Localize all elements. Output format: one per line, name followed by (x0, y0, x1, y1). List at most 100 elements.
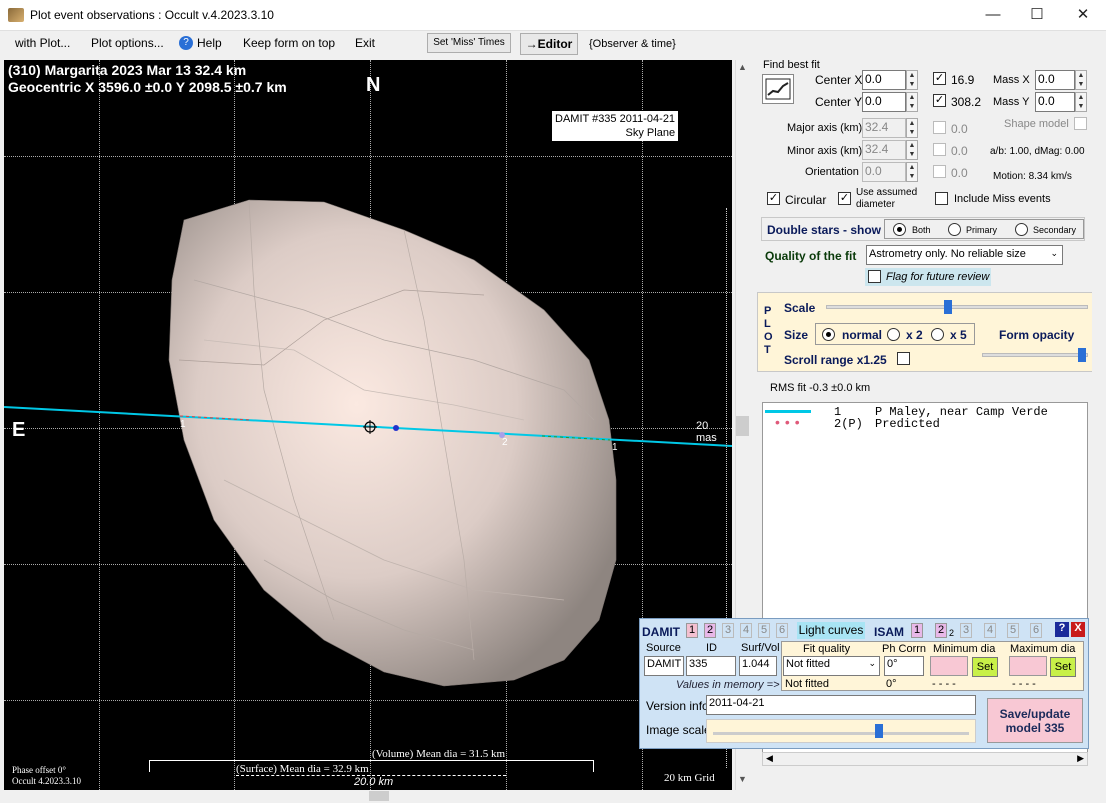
size-normal-radio[interactable] (822, 328, 835, 341)
chord-1-right-label: 1 (612, 442, 618, 453)
quality-select[interactable]: Astrometry only. No reliable size ⌄ (866, 245, 1063, 265)
ph-corr-field[interactable]: 0° (884, 656, 924, 676)
model-label-line2: Sky Plane (625, 127, 676, 139)
scale-slider[interactable] (826, 300, 1088, 314)
center-y-spinner[interactable]: ▲ ▼ (906, 92, 918, 112)
form-opacity-slider[interactable] (982, 348, 1088, 362)
maximize-button[interactable]: ☐ (1014, 0, 1060, 31)
fix-orientation-checkbox[interactable] (933, 165, 946, 178)
menu-help[interactable]: Help (197, 36, 222, 50)
scroll-range-checkbox[interactable] (897, 352, 910, 365)
menu-plot-options[interactable]: Plot options... (91, 36, 164, 50)
legend-hscroll[interactable]: ◀ ▶ (762, 752, 1088, 766)
use-assumed-checkbox[interactable]: ✓ (838, 192, 851, 205)
set-min-button[interactable]: Set (972, 657, 998, 677)
plot-version: Occult 4.2023.3.10 (12, 776, 81, 786)
plot-hscroll-thumb[interactable] (369, 791, 389, 801)
center-y-input[interactable]: 0.0 (862, 92, 906, 112)
scroll-down-icon[interactable]: ▼ (738, 774, 747, 784)
isam-model-1[interactable]: 1 (911, 623, 923, 638)
scale-slider-thumb[interactable] (944, 300, 952, 314)
damit-model-4[interactable]: 4 (740, 623, 752, 638)
find-best-fit-button[interactable] (762, 74, 794, 104)
volume-dia-bar (149, 760, 594, 772)
close-icon[interactable]: X (1071, 622, 1085, 637)
scroll-right-icon[interactable]: ▶ (1077, 753, 1084, 764)
rms-fit-text: RMS fit -0.3 ±0.0 km (770, 382, 871, 394)
mass-x-input[interactable]: 0.0 (1035, 70, 1075, 90)
plot-canvas[interactable]: (310) Margarita 2023 Mar 13 32.4 km Geoc… (4, 60, 732, 790)
damit-model-6[interactable]: 6 (776, 623, 788, 638)
image-scale-slider-thumb[interactable] (875, 724, 883, 738)
secondary-radio[interactable] (1015, 223, 1028, 236)
version-info-field[interactable]: 2011-04-21 (706, 695, 976, 715)
include-miss-checkbox[interactable] (935, 192, 948, 205)
close-button[interactable]: ✕ (1060, 0, 1106, 31)
isam-model-5[interactable]: 5 (1007, 623, 1019, 638)
isam-model-4[interactable]: 4 (984, 623, 996, 638)
minor-axis-spinner[interactable]: ▲ ▼ (906, 140, 918, 160)
orientation-input[interactable]: 0.0 (862, 162, 906, 182)
min-dia-field[interactable] (930, 656, 968, 676)
fix-center-y-checkbox[interactable]: ✓ (933, 94, 946, 107)
surface-dia-label: (Surface) Mean dia = 32.9 km (236, 763, 369, 775)
set-miss-times-button[interactable]: Set 'Miss' Times (427, 33, 511, 53)
panel-vscroll[interactable] (1092, 60, 1106, 790)
damit-model-5[interactable]: 5 (758, 623, 770, 638)
max-dia-field[interactable] (1009, 656, 1047, 676)
fix-major-checkbox[interactable] (933, 121, 946, 134)
damit-model-2[interactable]: 2 (704, 623, 716, 638)
scroll-left-icon[interactable]: ◀ (766, 753, 773, 764)
form-opacity-slider-thumb[interactable] (1078, 348, 1086, 362)
plot-vscroll-thumb[interactable] (736, 416, 749, 436)
minor-axis-input[interactable]: 32.4 (862, 140, 906, 160)
app-icon (8, 8, 24, 22)
primary-radio[interactable] (948, 223, 961, 236)
isam-model-2b[interactable]: 2 (949, 628, 954, 638)
both-radio[interactable] (893, 223, 906, 236)
source-field[interactable]: DAMIT (644, 656, 684, 676)
menu-with-plot[interactable]: with Plot... (15, 36, 70, 50)
shape-model-checkbox[interactable] (1074, 117, 1087, 130)
chart-icon (765, 78, 791, 100)
form-opacity-label: Form opacity (999, 328, 1075, 342)
surf-vol-field[interactable]: 1.044 (739, 656, 777, 676)
menu-keep-on-top[interactable]: Keep form on top (243, 36, 335, 50)
fix-minor-checkbox[interactable] (933, 143, 946, 156)
isam-model-3[interactable]: 3 (960, 623, 972, 638)
help-icon[interactable]: ? (179, 36, 193, 50)
image-scale-slider[interactable] (706, 719, 976, 743)
orientation-spinner[interactable]: ▲ ▼ (906, 162, 918, 182)
center-x-spinner[interactable]: ▲ ▼ (906, 70, 918, 90)
flag-review-checkbox[interactable] (868, 270, 881, 283)
model-label: DAMIT #335 2011-04-21 Sky Plane (552, 111, 679, 141)
isam-model-6[interactable]: 6 (1030, 623, 1042, 638)
size-x5-radio[interactable] (931, 328, 944, 341)
mass-y-input[interactable]: 0.0 (1035, 92, 1075, 112)
center-x-input[interactable]: 0.0 (862, 70, 906, 90)
menu-exit[interactable]: Exit (355, 36, 375, 50)
fit-quality-select[interactable]: Not fitted ⌄ (783, 656, 880, 676)
id-field[interactable]: 335 (686, 656, 736, 676)
circular-checkbox[interactable]: ✓ (767, 192, 780, 205)
min-dia-label: Minimum dia (933, 643, 996, 655)
editor-button[interactable]: →Editor (520, 33, 578, 55)
scroll-up-icon[interactable]: ▲ (738, 62, 747, 72)
isam-model-2[interactable]: 2 (935, 623, 947, 638)
fix-center-x-checkbox[interactable]: ✓ (933, 72, 946, 85)
size-x2-radio[interactable] (887, 328, 900, 341)
surf-vol-label: Surf/Vol (741, 642, 780, 654)
damit-model-1[interactable]: 1 (686, 623, 698, 638)
help-icon[interactable]: ? (1055, 622, 1069, 637)
light-curves-button[interactable]: Light curves (797, 622, 865, 639)
major-axis-input[interactable]: 32.4 (862, 118, 906, 138)
damit-model-3[interactable]: 3 (722, 623, 734, 638)
plot-hscroll[interactable] (4, 790, 734, 802)
save-update-model-button[interactable]: Save/update model 335 (987, 698, 1083, 743)
mass-y-spinner[interactable]: ▲ ▼ (1075, 92, 1087, 112)
set-max-button[interactable]: Set (1050, 657, 1076, 677)
minimize-button[interactable]: — (970, 0, 1016, 31)
mass-x-spinner[interactable]: ▲ ▼ (1075, 70, 1087, 90)
observer-time-label[interactable]: {Observer & time} (589, 38, 676, 50)
major-axis-spinner[interactable]: ▲ ▼ (906, 118, 918, 138)
